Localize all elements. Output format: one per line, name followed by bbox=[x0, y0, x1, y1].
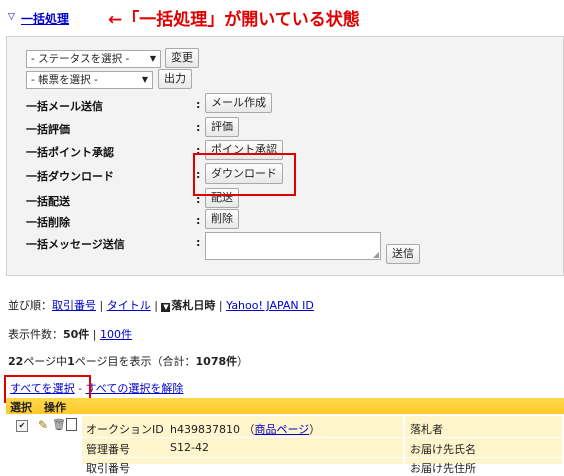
delete-button[interactable]: 削除 bbox=[205, 209, 239, 229]
resize-handle-icon[interactable]: ◢ bbox=[373, 250, 379, 259]
header-select: 選択 bbox=[10, 401, 32, 414]
bulk-point-approval-label: 一括ポイント承認 bbox=[26, 146, 114, 159]
output-button[interactable]: 出力 bbox=[158, 69, 192, 89]
sort-separator: | bbox=[215, 299, 227, 312]
bulk-message-label: 一括メッセージ送信 bbox=[26, 238, 125, 251]
management-number-label: 管理番号 bbox=[86, 443, 130, 456]
sort-separator: | bbox=[96, 299, 107, 312]
bulk-delete-label: 一括削除 bbox=[26, 216, 70, 229]
sort-separator: | bbox=[150, 299, 162, 312]
send-button[interactable]: 送信 bbox=[386, 244, 420, 264]
row-divider bbox=[82, 457, 562, 458]
preview-icon[interactable] bbox=[66, 418, 77, 431]
colon: : bbox=[196, 121, 201, 134]
highlight-box bbox=[193, 153, 296, 196]
sort-trade-number[interactable]: 取引番号 bbox=[52, 299, 96, 312]
bulk-download-label: 一括ダウンロード bbox=[26, 170, 114, 183]
auction-id-value: h439837810 （商品ページ） bbox=[170, 421, 320, 437]
mail-create-button[interactable]: メール作成 bbox=[205, 93, 272, 113]
dropdown-arrow-icon: ▼ bbox=[141, 75, 148, 84]
edit-pencil-icon[interactable]: ✎ bbox=[38, 418, 48, 432]
header-operations: 操作 bbox=[44, 401, 66, 414]
bulk-mail-label: 一括メール送信 bbox=[26, 100, 103, 113]
trash-icon[interactable]: 🗑 bbox=[52, 418, 66, 431]
page-text1: ページ中 bbox=[23, 355, 68, 368]
evaluation-button[interactable]: 評価 bbox=[205, 117, 239, 137]
sort-yahoo-id[interactable]: Yahoo! JAPAN ID bbox=[226, 299, 314, 312]
winner-label: 落札者 bbox=[410, 423, 443, 436]
sort-title[interactable]: タイトル bbox=[107, 299, 151, 312]
colon: : bbox=[196, 236, 201, 249]
display-count-line: 表示件数：50件 | 100件 bbox=[8, 326, 132, 342]
paren-open: （ bbox=[243, 423, 255, 436]
table-header-bar bbox=[6, 398, 564, 414]
page-count: 22 bbox=[8, 355, 24, 368]
colon: : bbox=[196, 98, 201, 111]
display-separator: | bbox=[89, 328, 101, 341]
product-page-link[interactable]: 商品ページ bbox=[254, 423, 309, 436]
sort-won-date: 落札日時 bbox=[171, 299, 216, 312]
auction-id-number: h439837810 bbox=[170, 423, 240, 436]
form-select[interactable]: - 帳票を選択 - ▼ bbox=[26, 71, 153, 89]
row-divider bbox=[82, 437, 562, 438]
current-page: 1 bbox=[67, 355, 75, 368]
row-checkbox[interactable]: ✔ bbox=[16, 420, 28, 432]
colon: : bbox=[196, 214, 201, 227]
message-textarea[interactable]: ◢ bbox=[205, 232, 381, 260]
recipient-name-label: お届け先氏名 bbox=[410, 443, 476, 456]
display-prefix: 表示件数： bbox=[8, 328, 63, 341]
page-text2: ページ目を表示（合計： bbox=[74, 355, 196, 368]
display-current: 50件 bbox=[63, 328, 90, 341]
paren-close: ） bbox=[309, 423, 321, 436]
trade-number-label: 取引番号 bbox=[86, 462, 130, 475]
bulk-shipping-label: 一括配送 bbox=[26, 195, 70, 208]
deselect-all-link[interactable]: すべての選択を解除 bbox=[86, 382, 184, 395]
dropdown-arrow-icon: ▼ bbox=[149, 54, 156, 63]
page-info-line: 22ページ中1ページ目を表示（合計：1078件） bbox=[8, 353, 248, 369]
sort-active-icon: ▼ bbox=[161, 303, 171, 312]
bulk-evaluation-label: 一括評価 bbox=[26, 123, 70, 136]
toggle-triangle-icon[interactable]: ▽ bbox=[8, 12, 15, 22]
bulk-process-link[interactable]: 一括処理 bbox=[21, 10, 69, 27]
form-select-value: - 帳票を選択 - bbox=[31, 74, 98, 86]
recipient-address-label: お届け先住所 bbox=[410, 462, 476, 475]
sort-line: 並び順：取引番号 | タイトル | ▼ 落札日時 | Yahoo! JAPAN I… bbox=[8, 297, 314, 313]
page-text3: ） bbox=[237, 355, 249, 368]
management-number-value: S12-42 bbox=[170, 441, 209, 454]
sort-prefix: 並び順： bbox=[8, 299, 52, 312]
display-100[interactable]: 100件 bbox=[100, 328, 132, 341]
annotation-text: ←「一括処理」が開いている状態 bbox=[108, 10, 360, 30]
auction-id-label: オークションID bbox=[86, 423, 164, 436]
total-count: 1078件 bbox=[195, 355, 238, 368]
status-select-value: - ステータスを選択 - bbox=[31, 53, 130, 65]
change-button[interactable]: 変更 bbox=[165, 48, 199, 68]
status-select[interactable]: - ステータスを選択 - ▼ bbox=[26, 50, 161, 68]
row-col-divider bbox=[403, 416, 405, 464]
